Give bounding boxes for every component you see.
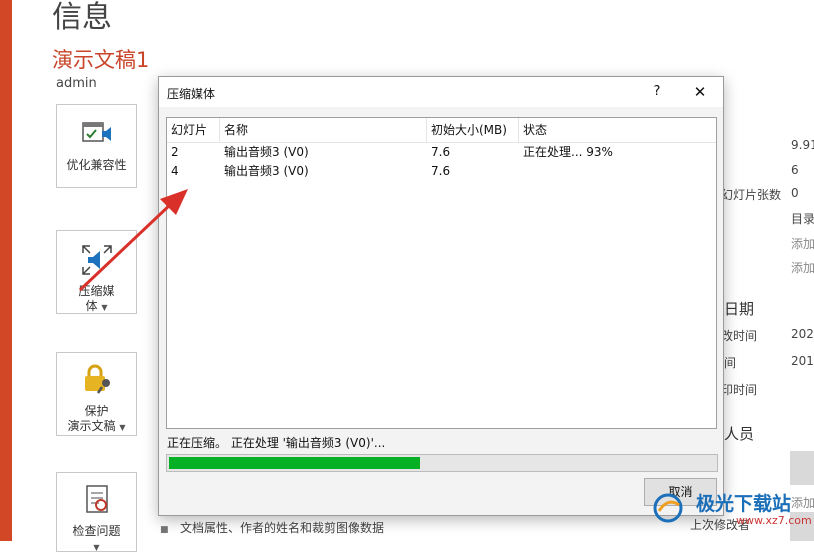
watermark-logo-icon (653, 493, 683, 523)
watermark-text: 极光下载站 (696, 493, 792, 515)
watermark-url: www.xz7.com (736, 514, 812, 527)
dropdown-caret-icon: ▼ (93, 543, 100, 552)
annotation-arrow (78, 189, 188, 292)
